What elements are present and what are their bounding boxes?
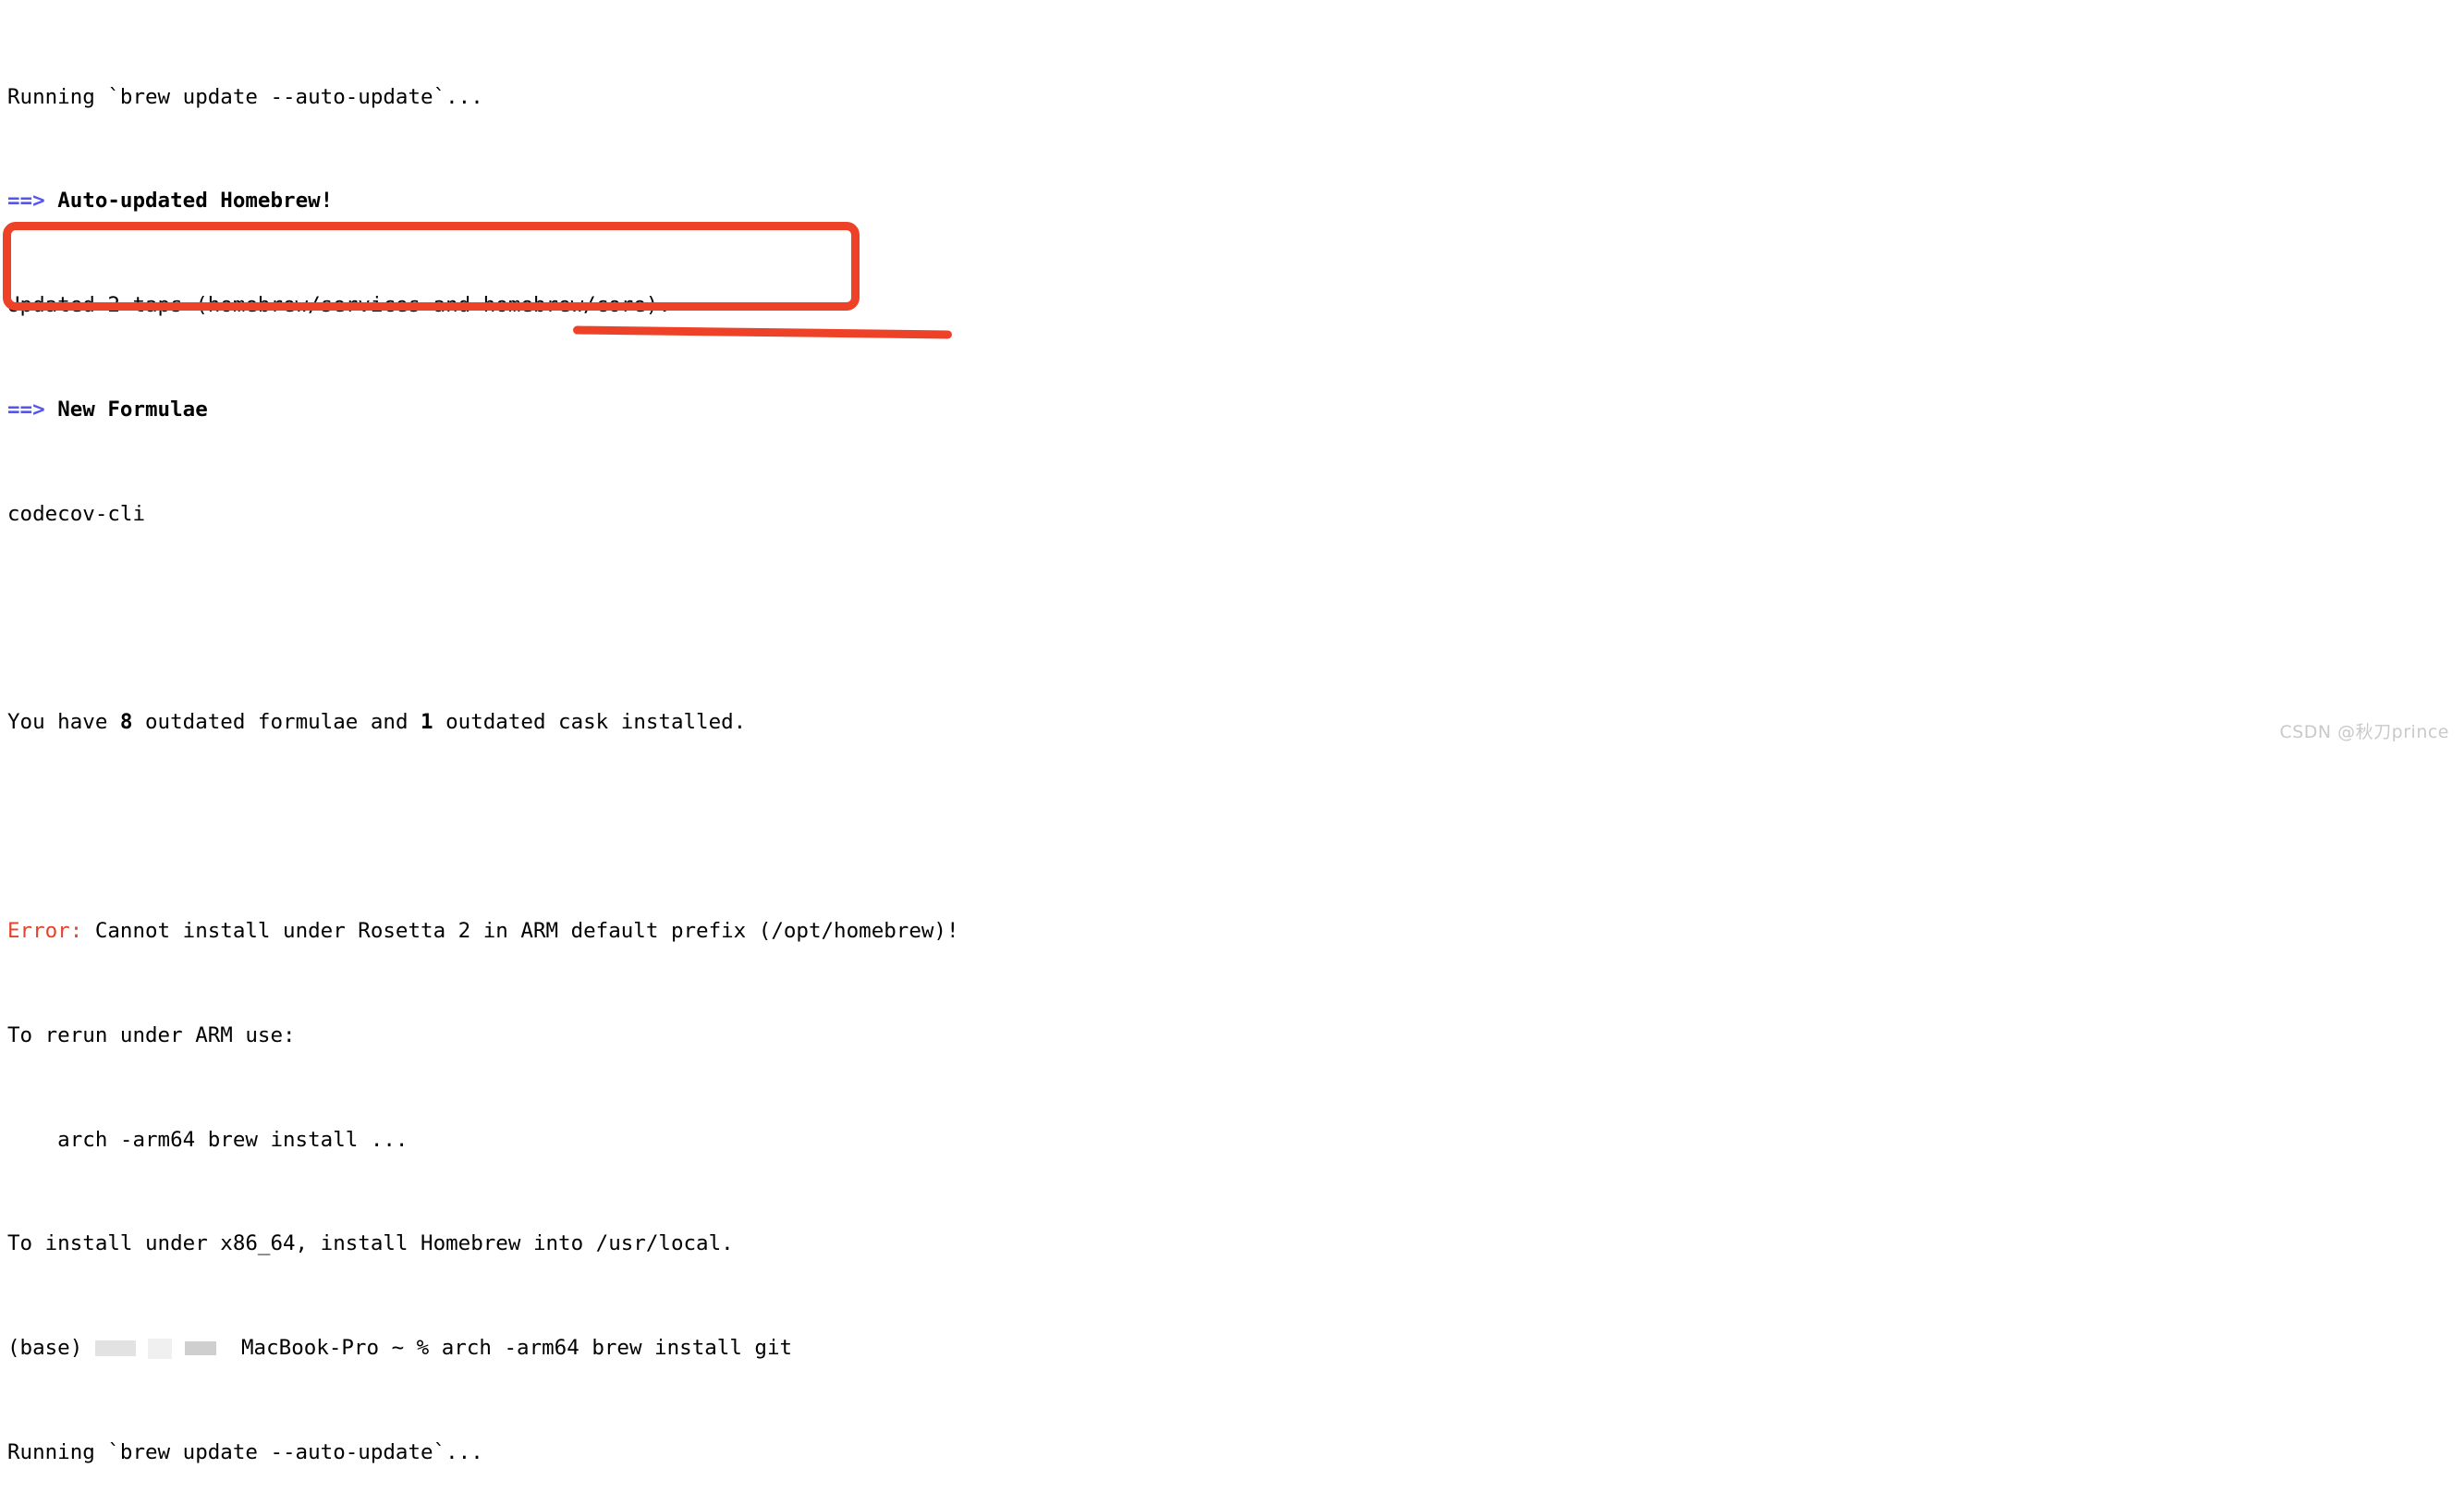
line-text: codecov-cli xyxy=(7,501,146,526)
terminal-prompt-line: (base) MacBook-Pro ~ % arch -arm64 brew … xyxy=(7,1335,2464,1361)
redacted-username-block xyxy=(148,1338,173,1359)
line-text: New Formulae xyxy=(57,398,208,422)
terminal-line: Running `brew update --auto-update`... xyxy=(7,1439,2464,1465)
terminal-error-line: Error: Cannot install under Rosetta 2 in… xyxy=(7,918,2464,944)
terminal-line: To rerun under ARM use: xyxy=(7,1022,2464,1048)
arrow-marker: ==> xyxy=(7,189,45,214)
line-text: outdated formulae and xyxy=(132,710,421,735)
prompt-sigil: % xyxy=(416,1336,430,1361)
line-text: arch -arm64 brew install ... xyxy=(7,1127,409,1152)
prompt-conda-env: (base) xyxy=(7,1336,83,1361)
line-text: outdated cask installed. xyxy=(433,710,747,735)
line-text: You have xyxy=(7,710,120,735)
prompt-cwd: ~ xyxy=(391,1336,405,1361)
terminal-line: codecov-cli xyxy=(7,501,2464,527)
error-message: Cannot install under Rosetta 2 in ARM de… xyxy=(82,918,959,943)
entered-command: arch -arm64 brew install git xyxy=(441,1336,793,1361)
terminal-line: ==> Auto-updated Homebrew! xyxy=(7,188,2464,214)
terminal-line: arch -arm64 brew install ... xyxy=(7,1127,2464,1153)
outdated-formulae-count: 8 xyxy=(119,710,133,735)
redacted-username-block xyxy=(184,1341,216,1356)
line-text: Running `brew update --auto-update`... xyxy=(7,84,483,109)
terminal-line: To install under x86_64, install Homebre… xyxy=(7,1230,2464,1256)
csdn-watermark: CSDN @秋刀prince xyxy=(2279,722,2449,742)
error-label: Error: xyxy=(7,918,83,943)
arrow-marker: ==> xyxy=(7,398,45,422)
line-text: Running `brew update --auto-update`... xyxy=(7,1439,483,1464)
outdated-cask-count: 1 xyxy=(421,710,433,735)
terminal-line: Updated 2 taps (homebrew/services and ho… xyxy=(7,292,2464,318)
line-text: Auto-updated Homebrew! xyxy=(57,189,334,214)
terminal-output[interactable]: Running `brew update --auto-update`... =… xyxy=(0,0,2464,1464)
terminal-line: Running `brew update --auto-update`... xyxy=(7,84,2464,110)
terminal-line: You have 8 outdated formulae and 1 outda… xyxy=(7,709,2464,735)
line-text: To install under x86_64, install Homebre… xyxy=(7,1231,734,1256)
terminal-line: ==> New Formulae xyxy=(7,397,2464,422)
prompt-hostname: MacBook-Pro xyxy=(241,1336,380,1361)
line-text: Updated 2 taps (homebrew/services and ho… xyxy=(7,293,671,318)
line-text: To rerun under ARM use: xyxy=(7,1022,296,1047)
redacted-username-block xyxy=(94,1340,136,1357)
